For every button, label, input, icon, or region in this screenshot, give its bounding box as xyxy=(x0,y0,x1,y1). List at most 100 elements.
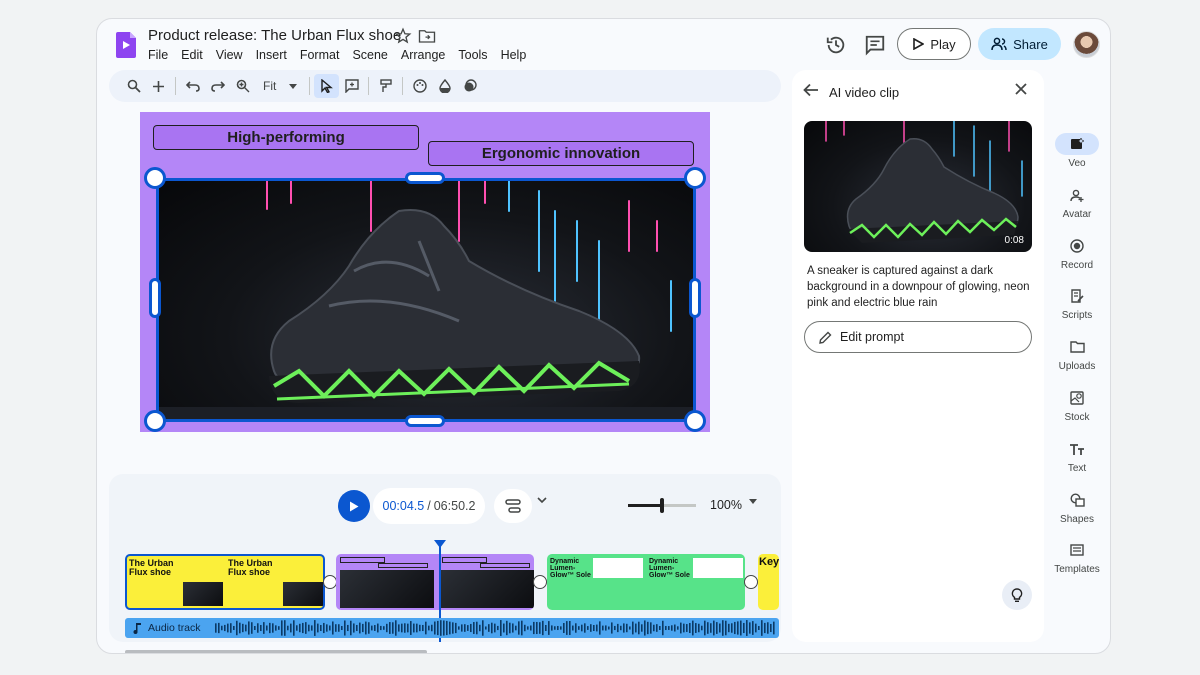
menu-edit[interactable]: Edit xyxy=(181,48,216,62)
timeline-mode-button[interactable] xyxy=(494,489,532,523)
play-label: Play xyxy=(930,36,956,52)
chevron-down-icon[interactable] xyxy=(280,74,305,98)
play-button[interactable]: Play xyxy=(897,28,971,60)
resize-handle-bottom-left[interactable] xyxy=(144,410,166,432)
chevron-down-icon[interactable] xyxy=(749,499,757,504)
tag-high-performing[interactable]: High-performing xyxy=(153,125,419,150)
paint-format-icon[interactable] xyxy=(373,74,398,98)
panel-title: AI video clip xyxy=(829,85,900,100)
play-outline-icon xyxy=(913,38,925,50)
zoom-in-icon[interactable] xyxy=(230,74,255,98)
clip-sneaker-video[interactable] xyxy=(336,554,534,610)
clip-thumbnail xyxy=(183,582,223,606)
menu-scene[interactable]: Scene xyxy=(352,48,400,62)
move-folder-icon[interactable] xyxy=(418,28,436,44)
resize-handle-bottom[interactable] xyxy=(405,415,445,427)
rail-item-avatar[interactable]: Avatar xyxy=(1047,184,1107,220)
menu-tools[interactable]: Tools xyxy=(458,48,500,62)
close-icon[interactable] xyxy=(1014,82,1028,96)
transition-icon[interactable] xyxy=(533,575,547,589)
menu-insert[interactable]: Insert xyxy=(256,48,300,62)
audio-waveform xyxy=(215,620,775,636)
transition-icon[interactable] xyxy=(744,575,758,589)
sneaker-thumbnail xyxy=(825,121,1023,243)
chevron-down-icon[interactable] xyxy=(537,497,547,504)
audio-track-label: Audio track xyxy=(133,622,207,634)
clip-key[interactable]: Key xyxy=(758,554,779,610)
timeline-view-icon xyxy=(505,499,521,513)
transition-icon[interactable] xyxy=(323,575,337,589)
editor-toolbar: Fit xyxy=(109,70,781,102)
shapes-icon xyxy=(1055,489,1099,511)
mini-tag xyxy=(480,563,530,568)
menu-file[interactable]: File xyxy=(148,48,181,62)
rail-item-scripts[interactable]: Scripts xyxy=(1047,285,1107,321)
rail-label: Templates xyxy=(1054,564,1100,575)
rail-item-uploads[interactable]: Uploads xyxy=(1047,336,1107,372)
select-cursor-icon[interactable] xyxy=(314,74,340,98)
vids-logo-icon xyxy=(116,32,136,58)
generated-video-preview[interactable]: 0:08 xyxy=(804,121,1032,252)
zoom-slider-fill xyxy=(628,504,660,507)
menu-view[interactable]: View xyxy=(216,48,256,62)
effects-icon[interactable] xyxy=(457,74,482,98)
timeline-play-button[interactable] xyxy=(338,490,370,522)
zoom-slider-knob[interactable] xyxy=(659,498,664,513)
audio-track[interactable]: Audio track xyxy=(125,618,779,638)
clip-title: Dynamic Lumen-Glow™ Sole xyxy=(649,558,690,579)
zoom-fit-select[interactable]: Fit xyxy=(255,79,280,93)
sneaker-video[interactable] xyxy=(156,178,696,422)
undo-icon[interactable] xyxy=(180,74,205,98)
rail-item-text[interactable]: Text xyxy=(1047,438,1107,474)
rail-item-templates[interactable]: Templates xyxy=(1047,539,1107,575)
fill-color-icon[interactable] xyxy=(432,74,457,98)
menu-arrange[interactable]: Arrange xyxy=(401,48,458,62)
music-note-icon xyxy=(133,623,141,634)
total-time: 06:50.2 xyxy=(433,499,476,513)
avatar-add-icon xyxy=(1055,184,1099,206)
resize-handle-right[interactable] xyxy=(689,278,701,318)
add-icon[interactable] xyxy=(146,74,171,98)
resize-handle-left[interactable] xyxy=(149,278,161,318)
share-button[interactable]: Share xyxy=(978,28,1061,60)
resize-handle-top-right[interactable] xyxy=(684,167,706,189)
menu-format[interactable]: Format xyxy=(300,48,353,62)
timecode-display: 00:04.5 / 06:50.2 xyxy=(373,488,485,524)
ai-video-clip-panel: AI video clip 0:08 A sneaker is captured… xyxy=(792,70,1044,642)
resize-handle-top-left[interactable] xyxy=(144,167,166,189)
back-arrow-icon[interactable] xyxy=(803,83,819,97)
record-icon xyxy=(1055,235,1099,257)
edit-prompt-button[interactable]: Edit prompt xyxy=(804,321,1032,353)
tag-ergonomic-innovation[interactable]: Ergonomic innovation xyxy=(428,141,694,166)
add-comment-icon[interactable] xyxy=(339,74,364,98)
timeline-zoom-slider[interactable] xyxy=(628,498,696,513)
rail-label: Shapes xyxy=(1060,514,1094,525)
star-icon[interactable] xyxy=(394,27,412,45)
clip-intro[interactable]: The Urban Flux shoe The Urban Flux shoe xyxy=(125,554,325,610)
share-label: Share xyxy=(1013,36,1048,52)
rail-item-shapes[interactable]: Shapes xyxy=(1047,489,1107,525)
search-icon[interactable] xyxy=(121,74,146,98)
rail-item-veo[interactable]: Veo xyxy=(1047,133,1107,169)
clip-thumbnail xyxy=(693,558,743,578)
version-history-icon[interactable] xyxy=(825,34,847,56)
timeline-panel: 00:04.5 / 06:50.2 100% The Urban Flux sh… xyxy=(109,474,781,653)
text-icon xyxy=(1055,438,1099,460)
lightbulb-button[interactable] xyxy=(1002,580,1032,610)
menu-help[interactable]: Help xyxy=(501,48,540,62)
resize-handle-top[interactable] xyxy=(405,172,445,184)
resize-handle-bottom-right[interactable] xyxy=(684,410,706,432)
slide-scene[interactable]: High-performing Ergonomic innovation xyxy=(140,112,710,432)
timeline-scrollbar[interactable] xyxy=(125,650,427,653)
timeline-zoom-value[interactable]: 100% xyxy=(710,498,742,512)
rail-item-record[interactable]: Record xyxy=(1047,235,1107,271)
canvas-area: High-performing Ergonomic innovation xyxy=(109,107,781,469)
rail-item-stock[interactable]: Stock xyxy=(1047,387,1107,423)
account-avatar[interactable] xyxy=(1073,31,1100,58)
redo-icon[interactable] xyxy=(205,74,230,98)
palette-icon[interactable] xyxy=(407,74,432,98)
comments-icon[interactable] xyxy=(864,34,886,56)
document-title[interactable]: Product release: The Urban Flux shoe xyxy=(148,27,401,44)
clip-sole[interactable]: Dynamic Lumen-Glow™ Sole Dynamic Lumen-G… xyxy=(547,554,745,610)
mini-tag xyxy=(378,563,428,568)
